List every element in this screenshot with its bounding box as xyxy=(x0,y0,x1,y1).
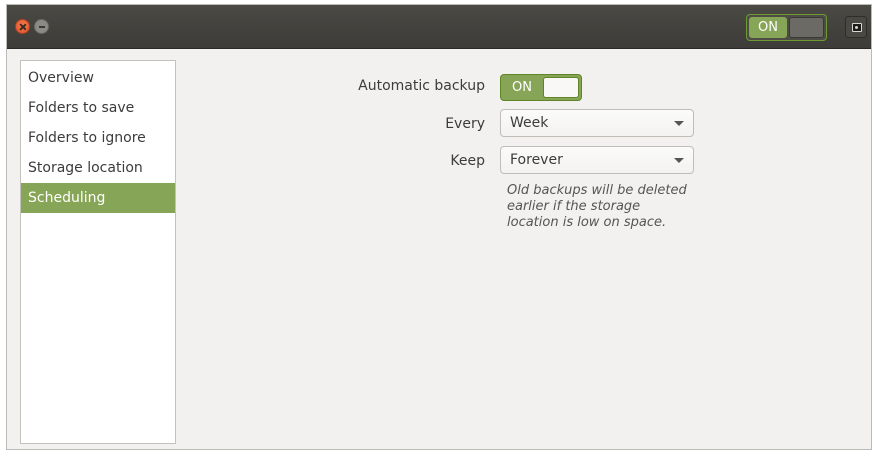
automatic-backup-switch-label: ON xyxy=(512,80,532,95)
keep-dropdown-value: Forever xyxy=(510,152,563,168)
sidebar-item-scheduling[interactable]: Scheduling xyxy=(21,183,175,213)
chevron-down-icon xyxy=(674,158,684,163)
automatic-backup-label: Automatic backup xyxy=(358,78,485,94)
sidebar-item-storage-location[interactable]: Storage location xyxy=(21,153,175,183)
header-switch-label: ON xyxy=(749,17,787,38)
automatic-backup-switch-knob[interactable] xyxy=(543,77,579,98)
header-backup-switch[interactable]: ON xyxy=(746,14,827,41)
title-bar: ON xyxy=(7,5,871,49)
sidebar-item-folders-to-save[interactable]: Folders to save xyxy=(21,93,175,123)
every-dropdown[interactable]: Week xyxy=(500,109,694,137)
retention-note: Old backups will be deleted earlier if t… xyxy=(507,183,687,230)
sidebar-item-overview[interactable]: Overview xyxy=(21,63,175,93)
every-label: Every xyxy=(445,116,485,132)
chevron-down-icon xyxy=(674,121,684,126)
minimize-icon[interactable] xyxy=(34,19,49,34)
sidebar-item-folders-to-ignore[interactable]: Folders to ignore xyxy=(21,123,175,153)
close-icon[interactable] xyxy=(15,19,30,34)
camera-icon xyxy=(852,23,862,32)
automatic-backup-switch[interactable]: ON xyxy=(500,74,582,101)
app-window: ON Overview Folders to save Folders to i… xyxy=(6,4,872,450)
keep-label: Keep xyxy=(450,153,485,169)
sidebar: Overview Folders to save Folders to igno… xyxy=(20,60,176,444)
every-dropdown-value: Week xyxy=(510,115,549,131)
camera-button[interactable] xyxy=(845,16,867,38)
header-switch-knob[interactable] xyxy=(789,17,824,38)
keep-dropdown[interactable]: Forever xyxy=(500,146,694,174)
